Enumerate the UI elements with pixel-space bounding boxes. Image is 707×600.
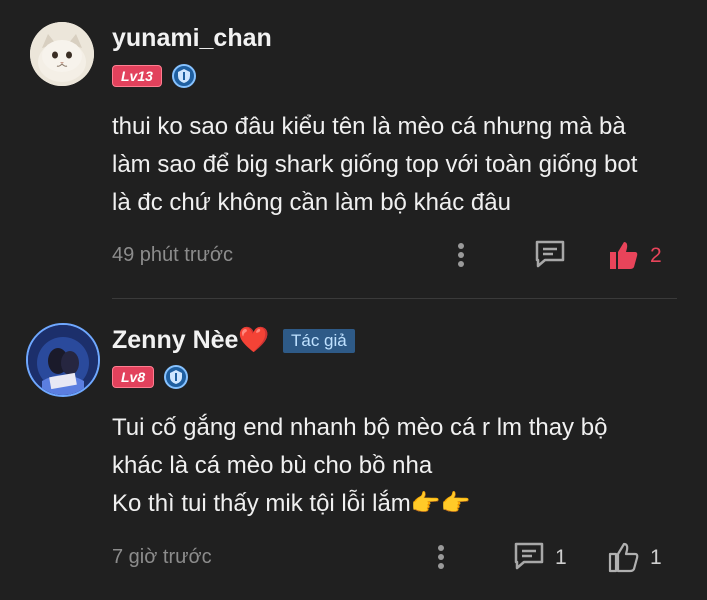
- timestamp: 7 giờ trước: [112, 546, 212, 568]
- avatar[interactable]: [26, 323, 100, 397]
- level-badge: Lv8: [112, 366, 155, 388]
- shield-icon: [171, 64, 196, 88]
- comment-text: thui ko sao đâu kiểu tên là mèo cá nhưng…: [112, 108, 702, 222]
- shield-icon: [164, 365, 189, 389]
- comment-line: Tui cố gắng end nhanh bộ mèo cá r lm tha…: [112, 414, 608, 441]
- reply-count: 1: [555, 546, 567, 569]
- thumbs-up-icon[interactable]: [608, 541, 640, 578]
- reply-icon[interactable]: [513, 541, 545, 576]
- level-badge: Lv13: [112, 65, 162, 87]
- more-options-icon[interactable]: [436, 542, 446, 572]
- comment-line: khác là cá mèo bù cho bồ nha: [112, 452, 433, 479]
- comment-line: làm sao để big shark giống top với toàn …: [112, 151, 638, 178]
- comment-item: Zenny Nèe❤️ Tác giả Lv8 Tui cố gắng end …: [0, 299, 707, 600]
- comment-line: là đc chứ không cần làm bộ khác đâu: [112, 189, 511, 216]
- like-count: 1: [650, 546, 662, 569]
- username[interactable]: Zenny Nèe❤️: [112, 326, 270, 355]
- comment-line: Ko thì tui thấy mik tội lỗi lắm👉👉: [112, 490, 471, 517]
- cat-avatar-icon: [30, 22, 94, 86]
- user-meta: Lv8: [112, 365, 189, 389]
- writer-avatar-icon: [28, 325, 98, 395]
- comment-line: thui ko sao đâu kiểu tên là mèo cá nhưng…: [112, 113, 626, 140]
- comment-footer: 49 phút trước 2: [0, 236, 707, 276]
- comment-footer: 7 giờ trước 1 1: [0, 538, 707, 578]
- avatar[interactable]: [30, 22, 94, 86]
- reply-icon[interactable]: [534, 239, 566, 274]
- thumbs-up-filled-icon[interactable]: [608, 239, 640, 276]
- like-count: 2: [650, 244, 662, 267]
- timestamp: 49 phút trước: [112, 244, 234, 266]
- comment-text: Tui cố gắng end nhanh bộ mèo cá r lm tha…: [112, 409, 702, 523]
- author-badge: Tác giả: [283, 329, 355, 353]
- user-meta: Lv13: [112, 64, 196, 88]
- comment-item: yunami_chan Lv13 thui ko sao đâu kiểu tê…: [0, 0, 707, 298]
- more-options-icon[interactable]: [456, 240, 466, 270]
- username[interactable]: yunami_chan: [112, 24, 272, 53]
